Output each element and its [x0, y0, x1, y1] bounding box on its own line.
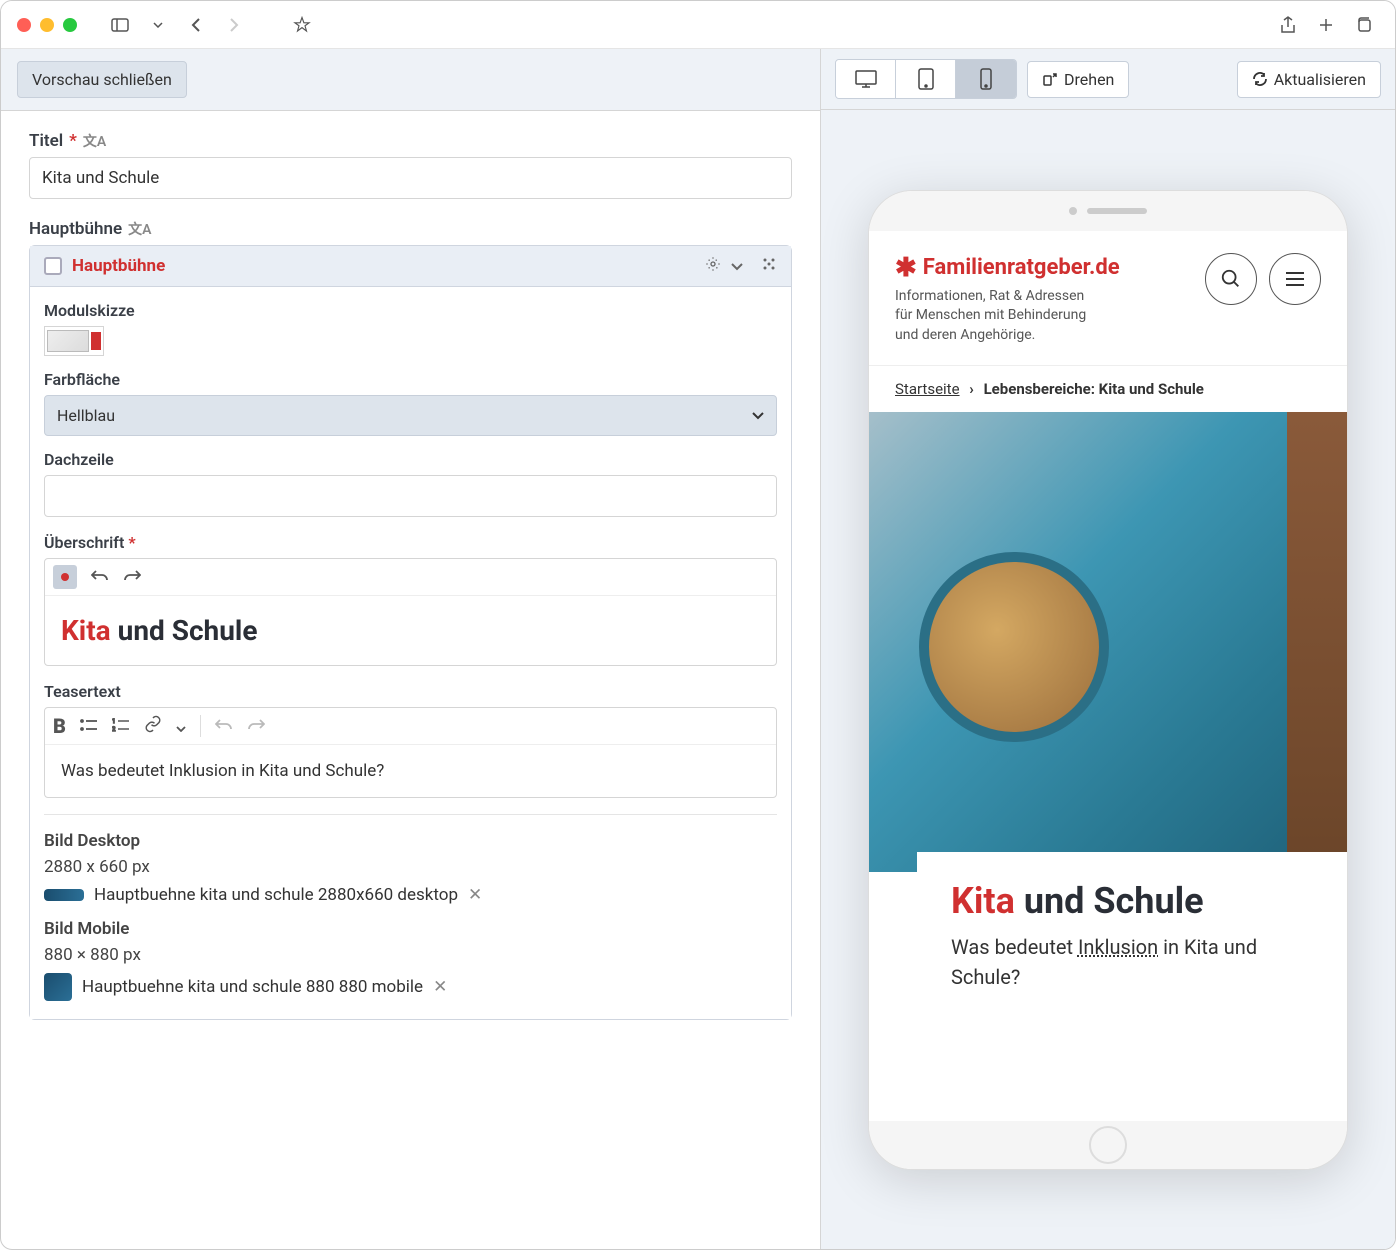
remove-image-button[interactable]: ✕	[433, 977, 447, 997]
card-title: Hauptbühne	[72, 256, 695, 276]
tabs-overview-button[interactable]	[1349, 10, 1379, 40]
home-button[interactable]	[1089, 1126, 1127, 1164]
image-mobile-row: Hauptbuehne kita und schule 880 880 mobi…	[44, 973, 777, 1001]
undo-icon[interactable]	[91, 568, 109, 587]
undo-icon[interactable]	[215, 717, 233, 736]
breadcrumb: Startseite › Lebensbereiche: Kita und Sc…	[869, 366, 1347, 412]
preview-toolbar: Drehen Aktualisieren	[821, 49, 1395, 110]
preview-pane: Drehen Aktualisieren	[821, 49, 1395, 1249]
redo-icon[interactable]	[123, 568, 141, 587]
breadcrumb-current: Lebensbereiche: Kita und Schule	[984, 380, 1204, 398]
image-desktop-label: Bild Desktop	[44, 831, 777, 851]
hero-heading: Kita und Schule	[951, 880, 1313, 922]
translate-icon[interactable]: 文A	[128, 219, 151, 239]
site-header: ✱ Familienratgeber.de Informationen, Rat…	[869, 231, 1347, 367]
image-desktop-dim: 2880 x 660 px	[44, 857, 777, 877]
forward-button[interactable]	[219, 10, 249, 40]
image-desktop-row: Hauptbuehne kita und schule 2880x660 des…	[44, 885, 777, 905]
close-preview-button[interactable]: Vorschau schließen	[17, 61, 187, 98]
editor-pane: Vorschau schließen Titel * 文A Hauptbühne…	[1, 49, 821, 1249]
hero-text-card: Kita und Schule Was bedeutet Inklusion i…	[917, 852, 1347, 1032]
teaser-editor[interactable]: B 12	[44, 707, 777, 798]
teaser-label: Teasertext	[44, 682, 777, 701]
title-input[interactable]	[29, 157, 792, 199]
hero-image	[869, 412, 1347, 872]
teaser-text[interactable]: Was bedeutet Inklusion in Kita und Schul…	[45, 745, 776, 797]
redo-icon[interactable]	[247, 717, 265, 736]
image-mobile-filename: Hauptbuehne kita und schule 880 880 mobi…	[82, 977, 423, 997]
chevron-right-icon: ›	[969, 380, 974, 398]
bold-icon[interactable]: B	[53, 714, 66, 738]
image-desktop-filename: Hauptbuehne kita und schule 2880x660 des…	[94, 885, 458, 905]
maximize-window-button[interactable]	[63, 18, 77, 32]
form-body: Titel * 文A Hauptbühne 文A Hauptbühne	[1, 111, 820, 1249]
device-selector	[835, 59, 1017, 99]
tablet-device-button[interactable]	[896, 60, 956, 98]
new-tab-button[interactable]	[1311, 10, 1341, 40]
back-button[interactable]	[181, 10, 211, 40]
phone-screen: ✱ Familienratgeber.de Informationen, Rat…	[869, 231, 1347, 1121]
title-label: Titel * 文A	[29, 131, 792, 151]
image-mobile-dim: 880 × 880 px	[44, 945, 777, 965]
color-select[interactable]: Hellblau	[44, 395, 777, 436]
color-area-label: Farbfläche	[44, 370, 777, 389]
browser-titlebar	[1, 1, 1395, 49]
dropdown-button[interactable]	[143, 10, 173, 40]
rotate-button[interactable]: Drehen	[1027, 61, 1129, 98]
breadcrumb-home[interactable]: Startseite	[895, 380, 960, 398]
headline-label: Überschrift *	[44, 533, 777, 552]
image-thumbnail[interactable]	[44, 889, 84, 901]
minimize-window-button[interactable]	[40, 18, 54, 32]
sidebar-toggle-button[interactable]	[105, 10, 135, 40]
select-component-checkbox[interactable]	[44, 257, 62, 275]
bullet-list-icon[interactable]	[80, 717, 98, 736]
component-card: Hauptbühne	[29, 245, 792, 1020]
search-button[interactable]	[1205, 253, 1257, 305]
required-indicator: *	[69, 131, 77, 151]
remove-image-button[interactable]: ✕	[468, 885, 482, 905]
image-thumbnail[interactable]	[44, 973, 72, 1001]
chevron-down-icon[interactable]	[176, 717, 186, 736]
move-icon[interactable]	[761, 256, 777, 276]
editor-toolbar: Vorschau schließen	[1, 49, 820, 111]
module-sketch-label: Modulskizze	[44, 301, 777, 320]
phone-earpiece	[869, 191, 1347, 231]
share-button[interactable]	[1273, 10, 1303, 40]
favorite-button[interactable]	[287, 10, 317, 40]
refresh-button[interactable]: Aktualisieren	[1237, 61, 1381, 98]
desktop-device-button[interactable]	[836, 60, 896, 98]
kicker-label: Dachzeile	[44, 450, 777, 469]
phone-frame: ✱ Familienratgeber.de Informationen, Rat…	[868, 190, 1348, 1170]
module-sketch-preview[interactable]	[44, 326, 104, 356]
svg-text:1: 1	[112, 718, 115, 725]
svg-text:2: 2	[112, 726, 116, 732]
record-macro-icon[interactable]	[53, 565, 77, 589]
image-mobile-label: Bild Mobile	[44, 919, 777, 939]
main-stage-label: Hauptbühne 文A	[29, 219, 792, 239]
traffic-lights	[17, 18, 77, 32]
numbered-list-icon[interactable]: 12	[112, 717, 130, 736]
link-icon[interactable]	[144, 715, 162, 737]
translate-icon[interactable]: 文A	[83, 131, 106, 151]
gear-icon[interactable]	[705, 256, 721, 276]
kicker-input[interactable]	[44, 475, 777, 517]
card-header: Hauptbühne	[30, 246, 791, 287]
headline-editor[interactable]: Kita und Schule	[44, 558, 777, 666]
brand-logo[interactable]: ✱ Familienratgeber.de	[895, 253, 1193, 283]
close-window-button[interactable]	[17, 18, 31, 32]
chevron-down-icon[interactable]	[731, 256, 743, 276]
brand-tagline: Informationen, Rat & Adressen für Mensch…	[895, 287, 1105, 346]
asterisk-icon: ✱	[895, 253, 917, 283]
phone-device-button[interactable]	[956, 60, 1016, 98]
phone-home-bar	[869, 1121, 1347, 1169]
headline-preview: Kita und Schule	[61, 614, 760, 647]
hero-section: Kita und Schule Was bedeutet Inklusion i…	[869, 412, 1347, 1120]
hero-teaser: Was bedeutet Inklusion in Kita und Schul…	[951, 932, 1313, 992]
menu-button[interactable]	[1269, 253, 1321, 305]
